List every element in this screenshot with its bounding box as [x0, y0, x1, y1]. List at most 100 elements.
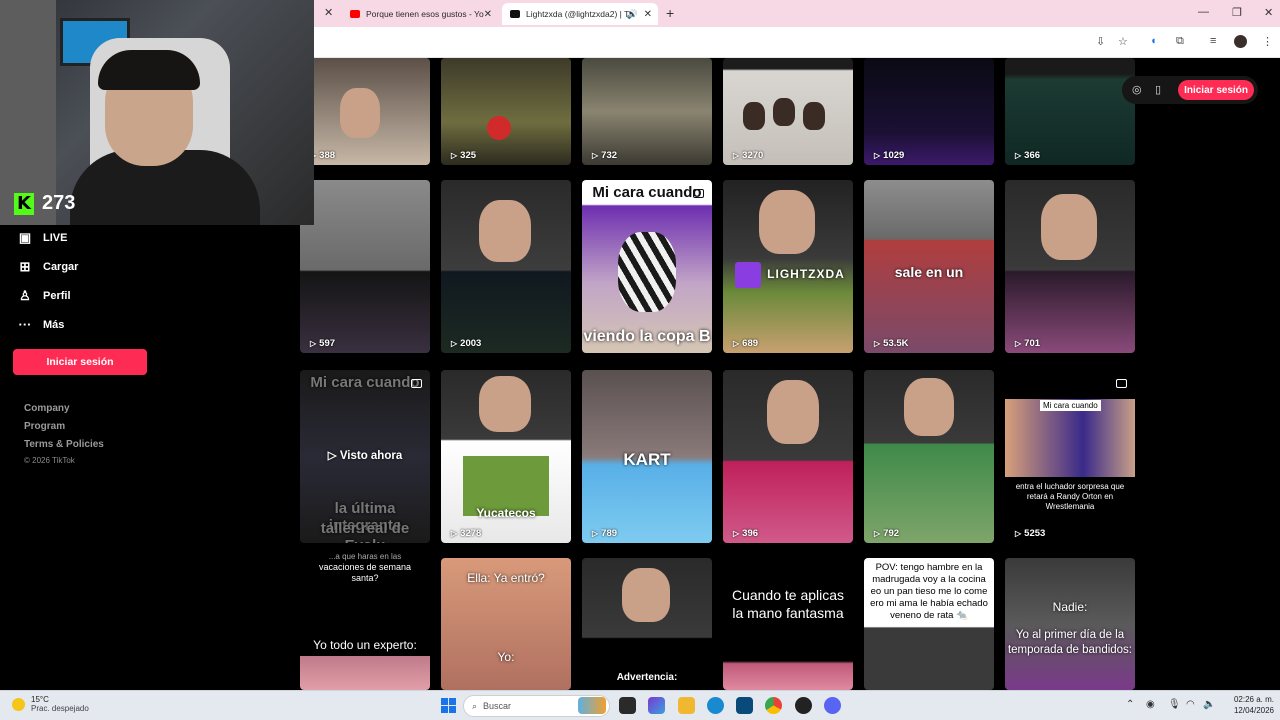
view-count: ▷ 732: [592, 150, 618, 161]
file-explorer-icon[interactable]: [678, 697, 695, 714]
video-tile[interactable]: ▷ 396: [723, 370, 853, 543]
tray-chevron-icon[interactable]: ⌃: [1126, 699, 1134, 710]
caption: Yo al primer día de la temporada de band…: [1007, 629, 1133, 656]
view-count: ▷ 53.5K: [874, 338, 909, 349]
video-tile[interactable]: Yucatecos ▷ 3278: [441, 370, 571, 543]
video-tile[interactable]: ▷ 3270: [723, 58, 853, 165]
kick-logo: K: [14, 192, 34, 215]
video-tile[interactable]: ▷ 366: [1005, 58, 1135, 165]
speaker-icon[interactable]: 🔊: [627, 9, 638, 20]
video-tile[interactable]: POV: tengo hambre en la madrugada voy a …: [864, 558, 994, 690]
multi-photo-icon: [693, 189, 704, 198]
caption: POV: tengo hambre en la madrugada voy a …: [870, 562, 988, 621]
footer-link-company[interactable]: Company: [24, 403, 70, 414]
copyright: © 2026 TikTok: [24, 456, 75, 465]
video-tile[interactable]: KART ▷ 789: [582, 370, 712, 543]
tab-youtube[interactable]: Porque tienen esos gustos - Yo ✕: [342, 3, 498, 25]
profile-avatar[interactable]: [1234, 35, 1247, 48]
menu-dots-icon[interactable]: ⋮: [1262, 35, 1273, 48]
sidebar-item-upload[interactable]: ⊞ Cargar: [17, 259, 79, 275]
video-tile[interactable]: Cuando te aplicas la mano fantasma: [723, 558, 853, 690]
caption: Nadie:: [1052, 600, 1088, 614]
chrome-icon[interactable]: [765, 697, 782, 714]
video-tile[interactable]: Nadie: Yo al primer día de la temporada …: [1005, 558, 1135, 690]
window-close-icon[interactable]: ✕: [1264, 6, 1273, 19]
sun-icon: [12, 697, 25, 711]
upload-icon: ⊞: [19, 259, 31, 274]
install-icon[interactable]: ⇩: [1096, 35, 1105, 48]
video-tile[interactable]: ▷ 701: [1005, 180, 1135, 353]
device-icon[interactable]: ▯: [1155, 83, 1161, 96]
login-button[interactable]: Iniciar sesión: [13, 349, 147, 375]
video-tile[interactable]: ▷ 597: [300, 180, 430, 353]
sidebar-item-live[interactable]: ▣ LIVE: [17, 230, 68, 246]
caption: Yo todo un experto:: [313, 638, 417, 652]
minimize-icon[interactable]: —: [1198, 6, 1209, 18]
video-tile[interactable]: ...a que haras en las vacaciones de sema…: [300, 550, 430, 690]
video-tile[interactable]: Mi cara cuando entra el luchador sorpres…: [1005, 370, 1135, 543]
caption: entra el luchador sorpresa que retará a …: [1015, 482, 1125, 511]
caption: vacaciones de semana santa?: [318, 562, 412, 583]
video-tile[interactable]: Ella: Ya entró? Yo:: [441, 558, 571, 690]
store-icon[interactable]: [736, 697, 753, 714]
watched-now-label: ▷ Visto ahora: [327, 450, 403, 462]
floating-actions: ◎ ▯ Iniciar sesión: [1122, 76, 1258, 104]
media-control-icon[interactable]: ≡: [1210, 35, 1216, 47]
task-view-icon[interactable]: [619, 697, 636, 714]
start-icon[interactable]: [441, 698, 456, 713]
tab-tiktok[interactable]: Lightzxda (@lightzxda2) | Ti 🔊 ✕: [502, 3, 658, 25]
close-tab-icon[interactable]: ✕: [644, 9, 652, 20]
view-count: ▷ 325: [451, 150, 477, 161]
close-tab-icon[interactable]: ✕: [484, 9, 492, 20]
close-tab-icon[interactable]: ✕: [324, 6, 333, 19]
video-tile[interactable]: ▷ 1029: [864, 58, 994, 165]
view-count: ▷ 789: [592, 528, 618, 539]
compass-icon[interactable]: ◎: [1132, 83, 1142, 96]
maximize-icon[interactable]: ❐: [1232, 6, 1242, 19]
video-tile[interactable]: ▷ 325: [441, 58, 571, 165]
caption: Mi cara cuando: [1040, 400, 1101, 411]
wifi-icon[interactable]: ◠: [1186, 699, 1195, 710]
video-tile[interactable]: Mi cara cuando ▷ Visto ahora la última i…: [300, 370, 430, 543]
footer-link-program[interactable]: Program: [24, 421, 65, 432]
video-tile[interactable]: Mi cara cuando viendo la copa B: [582, 180, 712, 353]
play-icon: ▷: [327, 450, 340, 462]
sidebar-item-more[interactable]: ··· Más: [17, 317, 65, 332]
sidebar-item-profile[interactable]: ♙ Perfil: [17, 288, 70, 304]
edge-icon[interactable]: [707, 697, 724, 714]
volume-icon[interactable]: 🔈: [1203, 699, 1215, 710]
caption: viendo la copa B: [583, 328, 711, 345]
microphone-icon[interactable]: 🎙: [1168, 699, 1181, 710]
bookmark-star-icon[interactable]: ☆: [1118, 35, 1128, 48]
view-count: ▷ 597: [310, 338, 336, 349]
video-tile[interactable]: ▷ 2003: [441, 180, 571, 353]
weather-widget[interactable]: 15°C Prac. despejado: [12, 695, 89, 713]
extensions-icon[interactable]: ⧉: [1176, 35, 1184, 48]
discord-icon[interactable]: [824, 697, 841, 714]
viewer-count-badge: K 273: [14, 192, 75, 215]
footer-link-terms[interactable]: Terms & Policies: [24, 439, 104, 450]
caption: KART: [623, 450, 671, 469]
video-tile[interactable]: ▷ 732: [582, 58, 712, 165]
network-icon[interactable]: ◉: [1146, 699, 1155, 710]
view-count: ▷ 5253: [1015, 528, 1046, 539]
video-tile[interactable]: sale en un ▷ 53.5K: [864, 180, 994, 353]
video-tile[interactable]: ▷388: [300, 58, 430, 165]
taskbar: 15°C Prac. despejado ⌕ Buscar ⌃ ◉ 🎙 ◠ 🔈 …: [0, 690, 1280, 720]
view-count: ▷ 3278: [451, 528, 482, 539]
webcam-overlay: K 273: [0, 0, 314, 225]
new-tab-icon[interactable]: +: [666, 5, 674, 21]
caption: Advertencia:: [616, 672, 678, 683]
top-login-button[interactable]: Iniciar sesión: [1178, 80, 1254, 100]
extension-audio-icon[interactable]: ◖: [1150, 35, 1157, 47]
system-clock[interactable]: 02:26 a. m. 12/04/2026: [1224, 694, 1274, 716]
video-tile[interactable]: LIGHTZXDA ▷ 689: [723, 180, 853, 353]
obs-icon[interactable]: [795, 697, 812, 714]
view-count: ▷ 396: [733, 528, 759, 539]
copilot-icon[interactable]: [648, 697, 665, 714]
video-tile[interactable]: Advertencia:: [582, 558, 712, 690]
tab-title: Lightzxda (@lightzxda2) | Ti: [526, 9, 631, 19]
video-tile[interactable]: ▷ 792: [864, 370, 994, 543]
youtube-icon: [350, 10, 360, 18]
search-icon: ⌕: [472, 700, 478, 711]
